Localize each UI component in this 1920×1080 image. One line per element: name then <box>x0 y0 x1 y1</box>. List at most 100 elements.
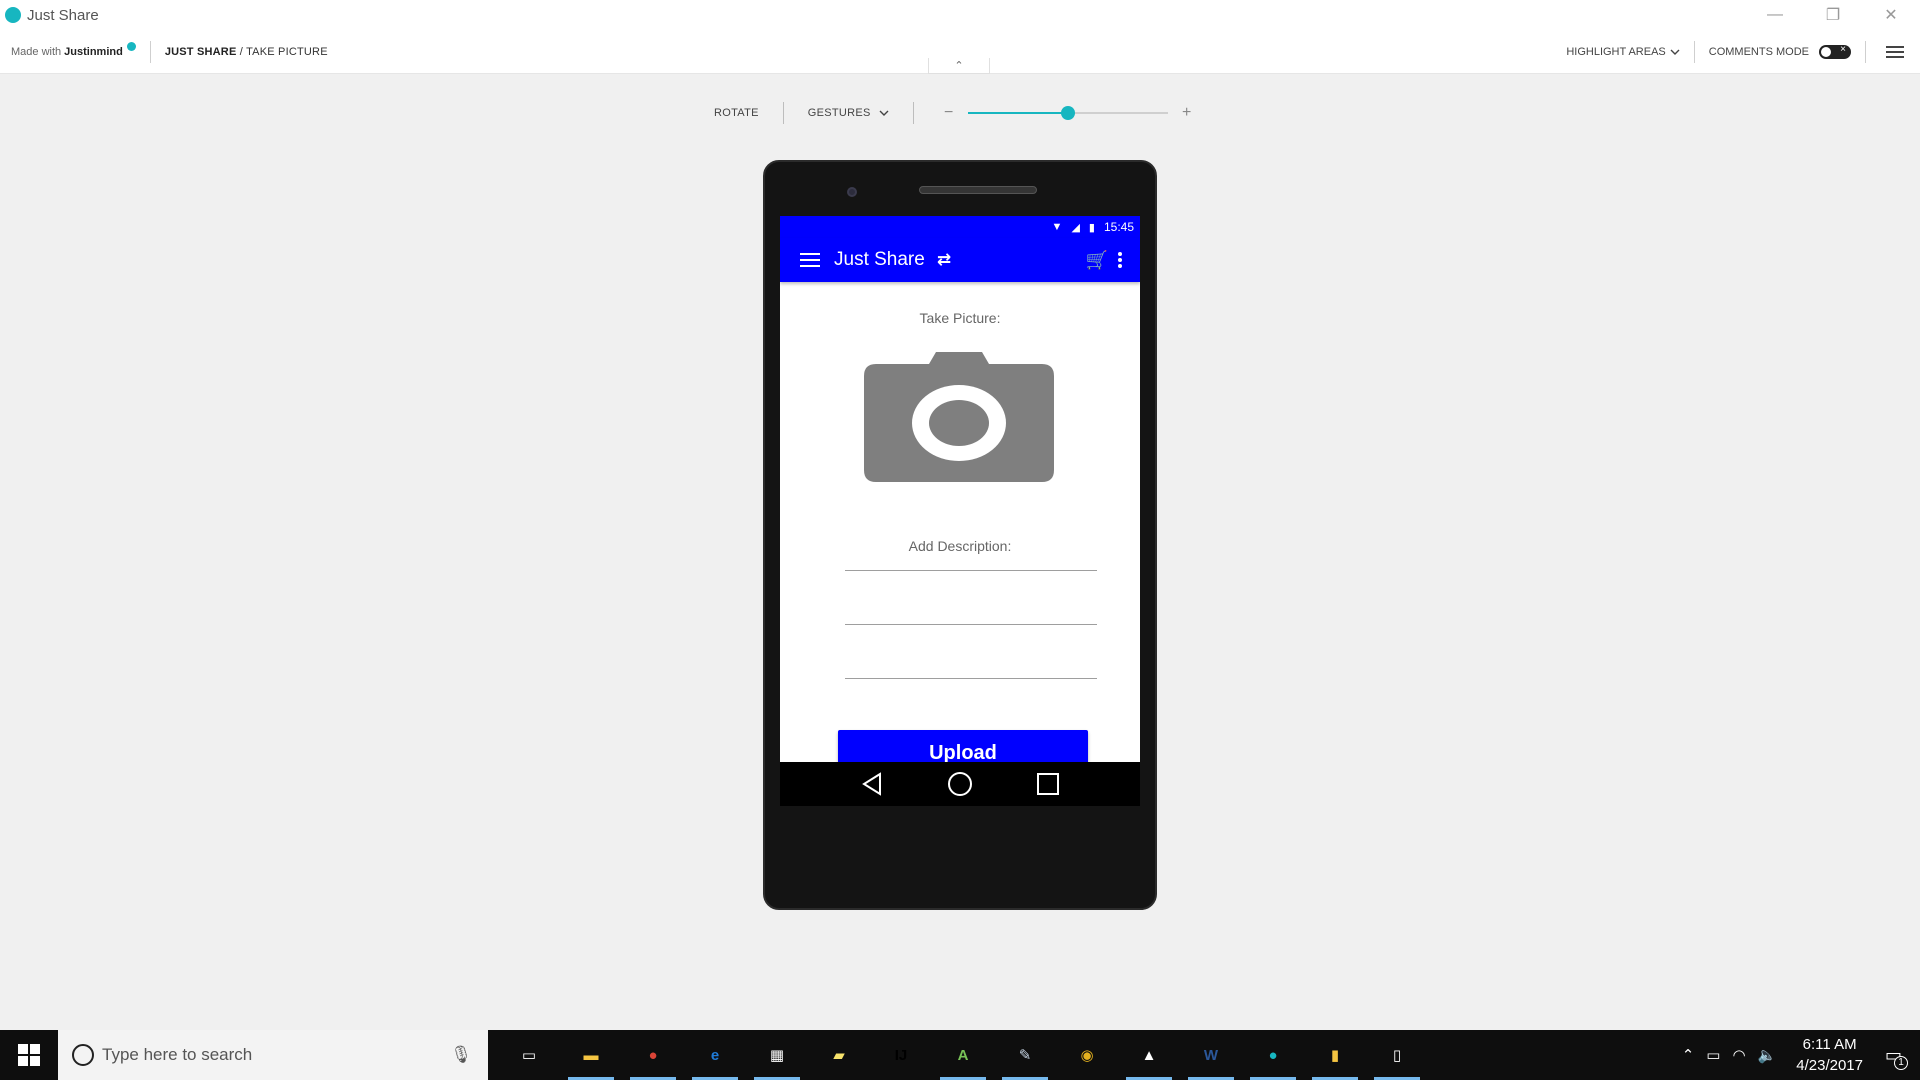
taskbar-document-button[interactable]: ▯ <box>1366 1030 1428 1080</box>
comments-mode-label: COMMENTS MODE <box>1708 46 1809 58</box>
taskbar-word-button[interactable]: W <box>1180 1030 1242 1080</box>
made-with-prefix: Made with <box>11 45 62 58</box>
zoom-slider-thumb[interactable] <box>1060 106 1075 120</box>
collapse-header-button[interactable]: ⌃ <box>928 58 990 74</box>
taskbar-app-icons: ▭ ▬ ● e ▦ ▰ IJ A ✎ ◉ ▲ W ● ▮ ▯ <box>498 1030 1428 1080</box>
chrome-icon: ● <box>648 1046 658 1064</box>
taskbar-clock[interactable]: 6:11 AM 4/23/2017 <box>1796 1034 1863 1076</box>
taskbar-photos-button[interactable]: ▲ <box>1118 1030 1180 1080</box>
description-input-line-1[interactable] <box>845 570 1097 571</box>
wifi-icon: ▼ <box>1051 221 1063 233</box>
gestures-dropdown[interactable]: GESTURES <box>784 107 913 119</box>
zoom-out-button[interactable]: − <box>942 104 956 122</box>
document-icon: ▯ <box>1392 1047 1402 1064</box>
minimize-button[interactable]: — <box>1746 0 1804 30</box>
windows-taskbar: Type here to search 🎙 ▭ ▬ ● e ▦ ▰ IJ A ✎ ◉ ▲ W ● ▮ ▯ ⌃… <box>0 1030 1920 1080</box>
taskbar-chrome-button[interactable]: ● <box>622 1030 684 1080</box>
taskbar-search-box[interactable]: Type here to search 🎙 <box>58 1030 488 1080</box>
battery-icon: ▮ <box>1088 221 1095 234</box>
edge-icon: e <box>710 1046 720 1064</box>
android-nav-bar <box>780 762 1140 806</box>
main-menu-icon[interactable] <box>1886 43 1904 61</box>
breadcrumb-page: TAKE PICTURE <box>246 45 328 58</box>
zoom-in-button[interactable]: + <box>1180 104 1194 122</box>
zoom-slider[interactable] <box>967 106 1168 120</box>
app-bar-actions: 🛒 <box>1086 238 1122 282</box>
phone-speaker <box>919 186 1037 194</box>
highlight-areas-dropdown[interactable]: HIGHLIGHT AREAS <box>1566 46 1680 58</box>
simulator-toolbar: ROTATE GESTURES − + <box>690 98 1194 128</box>
android-status-bar: ▼ ◢ ▮ 15:45 <box>780 216 1140 238</box>
swap-arrows-icon[interactable]: ⇄ <box>937 250 951 270</box>
file-explorer-icon: ▬ <box>583 1046 599 1064</box>
clock-time: 6:11 AM <box>1802 1036 1857 1053</box>
window-titlebar: Just Share — ❐ ✕ <box>0 0 1920 30</box>
brand-dot-icon <box>126 42 136 51</box>
front-camera-icon <box>847 187 857 197</box>
more-options-icon[interactable] <box>1118 251 1122 269</box>
back-icon[interactable] <box>860 772 884 796</box>
taskbar-file-explorer-button[interactable]: ▬ <box>560 1030 622 1080</box>
search-placeholder: Type here to search <box>102 1045 253 1064</box>
show-hidden-icons-icon[interactable]: ⌃ <box>1682 1046 1695 1064</box>
action-center-icon[interactable]: ▭ 1 <box>1885 1045 1908 1070</box>
restore-button[interactable]: ❐ <box>1804 0 1862 30</box>
take-picture-content: Take Picture: Add Description: Upload <box>780 282 1140 806</box>
start-button[interactable] <box>0 1030 58 1080</box>
battery-icon[interactable]: ▭ <box>1706 1046 1720 1064</box>
status-time: 15:45 <box>1103 220 1134 234</box>
photos-icon: ▲ <box>1141 1046 1157 1064</box>
made-with-brand: Justinmind <box>64 45 123 58</box>
windows-logo-icon <box>18 1044 40 1066</box>
camera-icon[interactable] <box>864 352 1054 482</box>
taskbar-justinmind-button[interactable]: ● <box>1242 1030 1304 1080</box>
highlight-areas-label: HIGHLIGHT AREAS <box>1566 46 1666 58</box>
take-picture-label: Take Picture: <box>919 310 1001 326</box>
header-divider <box>1865 41 1866 63</box>
zoom-control: − + <box>914 104 1194 122</box>
breadcrumb-separator: / <box>236 45 247 58</box>
gestures-label: GESTURES <box>807 107 871 119</box>
description-input-line-2[interactable] <box>845 624 1097 625</box>
comments-mode-toggle[interactable]: × <box>1819 44 1851 59</box>
signal-icon: ◢ <box>1071 221 1080 234</box>
taskbar-store-button[interactable]: ▦ <box>746 1030 808 1080</box>
chevron-down-icon <box>879 110 889 116</box>
taskbar-database-button[interactable]: ◉ <box>1056 1030 1118 1080</box>
folder-icon: ▮ <box>1330 1047 1340 1064</box>
sticky-notes-icon: ▰ <box>833 1047 845 1064</box>
add-description-label: Add Description: <box>908 538 1012 554</box>
zoom-slider-fill <box>967 112 1068 114</box>
intellij-icon: IJ <box>894 1046 908 1064</box>
nav-drawer-menu-icon[interactable] <box>800 249 820 271</box>
rotate-button[interactable]: ROTATE <box>690 107 783 119</box>
close-button[interactable]: ✕ <box>1862 0 1920 30</box>
description-input-line-3[interactable] <box>845 678 1097 679</box>
breadcrumb-project[interactable]: JUST SHARE <box>165 46 237 58</box>
taskbar-sticky-notes-button[interactable]: ▰ <box>808 1030 870 1080</box>
app-title: Just Share <box>834 249 925 270</box>
window-title: Just Share <box>27 6 99 24</box>
microphone-icon[interactable]: 🎙 <box>450 1045 472 1065</box>
taskbar-android-studio-button[interactable]: A <box>932 1030 994 1080</box>
paint-icon: ✎ <box>1018 1047 1032 1064</box>
taskbar-task-view-button[interactable]: ▭ <box>498 1030 560 1080</box>
home-icon[interactable] <box>947 771 973 797</box>
taskbar-intellij-button[interactable]: IJ <box>870 1030 932 1080</box>
add-to-cart-icon[interactable]: 🛒 <box>1086 250 1108 271</box>
taskbar-edge-button[interactable]: e <box>684 1030 746 1080</box>
made-with-justinmind[interactable]: Made with Justinmind <box>11 42 136 58</box>
taskbar-folder-button[interactable]: ▮ <box>1304 1030 1366 1080</box>
recent-apps-icon[interactable] <box>1036 772 1060 796</box>
wifi-icon[interactable]: ◠ <box>1732 1046 1745 1064</box>
taskbar-paint-button[interactable]: ✎ <box>994 1030 1056 1080</box>
android-studio-icon: A <box>957 1046 969 1064</box>
task-view-icon: ▭ <box>521 1047 537 1064</box>
system-tray: ⌃ ▭ ◠ 🔈 6:11 AM 4/23/2017 ▭ 1 <box>1676 1030 1920 1080</box>
justinmind-logo-icon <box>5 7 21 23</box>
chevron-up-icon: ⌃ <box>954 60 964 72</box>
header-divider <box>1693 41 1695 63</box>
volume-icon[interactable]: 🔈 <box>1758 1046 1777 1064</box>
justinmind-icon: ● <box>1268 1046 1278 1064</box>
header-right-controls: HIGHLIGHT AREAS COMMENTS MODE × <box>1566 30 1920 74</box>
